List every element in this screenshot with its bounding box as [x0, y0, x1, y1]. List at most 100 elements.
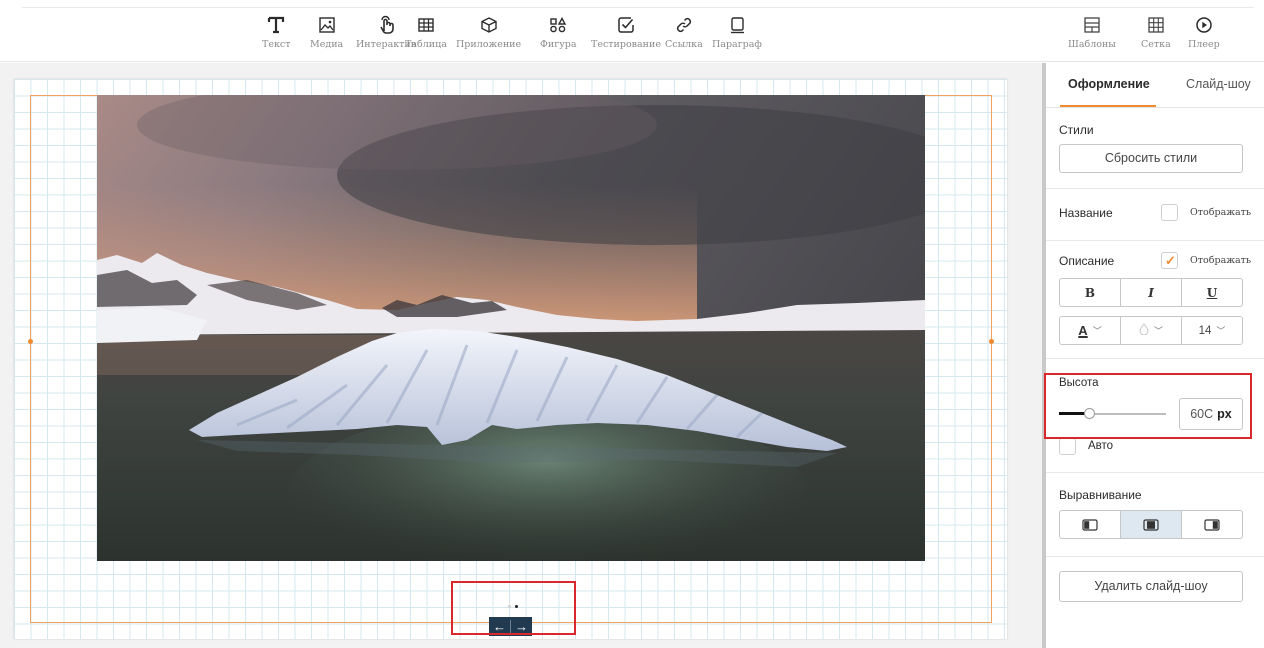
tool-testing-label: Тестирование: [591, 39, 661, 50]
cube-icon: [480, 14, 498, 36]
resize-handle-right[interactable]: [989, 339, 994, 344]
tool-grid[interactable]: Сетка: [1141, 14, 1171, 50]
fill-color-dropdown[interactable]: ﹀: [1121, 317, 1182, 344]
tool-media-label: Медиа: [310, 39, 344, 50]
height-label: Высота: [1059, 377, 1099, 389]
align-left-icon: [1082, 518, 1098, 531]
tool-media[interactable]: Медиа: [310, 14, 343, 50]
align-right-button[interactable]: [1182, 511, 1242, 538]
table-icon: [417, 14, 435, 36]
tool-text-label: Текст: [262, 39, 291, 50]
panel-tabs: Оформление Слайд-шоу: [1046, 63, 1264, 108]
tool-paragraph[interactable]: Параграф: [712, 14, 762, 50]
alignment-group: [1059, 510, 1243, 539]
slide-dot[interactable]: [508, 605, 511, 608]
tool-templates[interactable]: Шаблоны: [1068, 14, 1116, 50]
tab-design[interactable]: Оформление: [1068, 77, 1150, 91]
tool-player-label: Плеер: [1188, 39, 1220, 50]
hand-pointer-icon: [377, 14, 395, 36]
tool-player[interactable]: Плеер: [1188, 14, 1220, 50]
auto-height-label: Авто: [1088, 440, 1114, 452]
underline-button[interactable]: U: [1182, 279, 1242, 306]
auto-height-checkbox[interactable]: [1059, 438, 1076, 455]
italic-button[interactable]: I: [1121, 279, 1182, 306]
tool-shape[interactable]: Фигура: [540, 14, 577, 50]
font-color-icon: A: [1078, 323, 1088, 338]
font-color-dropdown[interactable]: A ﹀: [1060, 317, 1121, 344]
alignment-label: Выравнивание: [1059, 488, 1142, 502]
align-center-button[interactable]: [1121, 511, 1182, 538]
description-label: Описание: [1059, 254, 1115, 268]
section-divider: [1046, 556, 1264, 557]
text-style-group: B I U: [1059, 278, 1243, 307]
italic-icon: I: [1148, 285, 1154, 300]
tool-table[interactable]: Таблица: [405, 14, 447, 50]
underline-icon: U: [1206, 285, 1218, 300]
section-divider: [1046, 188, 1264, 189]
tool-paragraph-label: Параграф: [712, 39, 762, 50]
text-format-group: A ﹀ ﹀ 14 ﹀: [1059, 316, 1243, 345]
tool-testing[interactable]: Тестирование: [591, 14, 661, 50]
play-icon: [1195, 14, 1213, 36]
height-input[interactable]: 60C px: [1179, 398, 1243, 430]
reset-styles-button[interactable]: Сбросить стили: [1059, 144, 1243, 173]
templates-icon: [1083, 14, 1101, 36]
description-display-checkbox[interactable]: ✓: [1161, 252, 1178, 269]
section-divider: [1046, 358, 1264, 359]
chevron-down-icon: ﹀: [1216, 326, 1226, 336]
font-size-value: 14: [1198, 324, 1212, 337]
shapes-icon: [549, 14, 567, 36]
tool-shape-label: Фигура: [540, 39, 577, 50]
image-icon: [318, 14, 336, 36]
bold-button[interactable]: B: [1060, 279, 1121, 306]
slide-dot-active[interactable]: [515, 605, 518, 608]
height-value: 60C: [1190, 407, 1214, 421]
grid-icon: [1147, 14, 1165, 36]
tool-link-label: Ссылка: [665, 39, 703, 50]
slide-navigation: ← →: [489, 617, 532, 636]
next-slide-button[interactable]: →: [511, 617, 532, 636]
bold-icon: B: [1084, 285, 1096, 300]
link-icon: [675, 14, 693, 36]
slide-image[interactable]: [97, 95, 925, 561]
checkbox-icon: [617, 14, 635, 36]
title-label: Название: [1059, 206, 1113, 220]
chevron-down-icon: ﹀: [1092, 326, 1102, 336]
prev-slide-button[interactable]: ←: [489, 617, 510, 636]
align-right-icon: [1204, 518, 1220, 531]
tool-text[interactable]: Текст: [262, 14, 290, 50]
section-divider: [1046, 472, 1264, 473]
height-slider-thumb[interactable]: [1084, 408, 1095, 419]
tool-app-label: Приложение: [456, 39, 522, 50]
align-center-icon: [1143, 518, 1159, 531]
title-display-checkbox[interactable]: [1161, 204, 1178, 221]
resize-handle-left[interactable]: [28, 339, 33, 344]
tool-templates-label: Шаблоны: [1068, 39, 1116, 50]
font-size-dropdown[interactable]: 14 ﹀: [1182, 317, 1242, 344]
title-display-label: Отображать: [1190, 207, 1252, 218]
tool-table-label: Таблица: [405, 39, 447, 50]
drop-fill-icon: [1139, 323, 1149, 338]
delete-slideshow-button[interactable]: Удалить слайд-шоу: [1059, 571, 1243, 602]
tool-app[interactable]: Приложение: [456, 14, 521, 50]
align-left-button[interactable]: [1060, 511, 1121, 538]
tool-link[interactable]: Ссылка: [665, 14, 703, 50]
height-unit: px: [1217, 407, 1232, 421]
properties-panel: Оформление Слайд-шоу Стили Сбросить стил…: [1046, 63, 1264, 648]
toolbar-divider: [22, 7, 1254, 8]
section-divider: [1046, 240, 1264, 241]
description-display-label: Отображать: [1190, 255, 1252, 266]
active-tab-indicator: [1060, 105, 1156, 107]
paragraph-icon: [728, 14, 746, 36]
text-icon: [267, 14, 285, 36]
check-icon: ✓: [1165, 253, 1176, 268]
editor-toolbar: Текст Медиа Интерактив Таблица Приложени…: [0, 0, 1264, 62]
styles-label: Стили: [1059, 123, 1094, 137]
height-slider[interactable]: [1059, 408, 1166, 419]
workspace: ← →: [0, 63, 1042, 648]
slide-indicator: [508, 605, 518, 608]
tool-grid-label: Сетка: [1141, 39, 1171, 50]
chevron-down-icon: ﹀: [1153, 326, 1163, 336]
slide-canvas[interactable]: ← →: [14, 79, 1007, 639]
tab-slideshow[interactable]: Слайд-шоу: [1186, 77, 1251, 91]
